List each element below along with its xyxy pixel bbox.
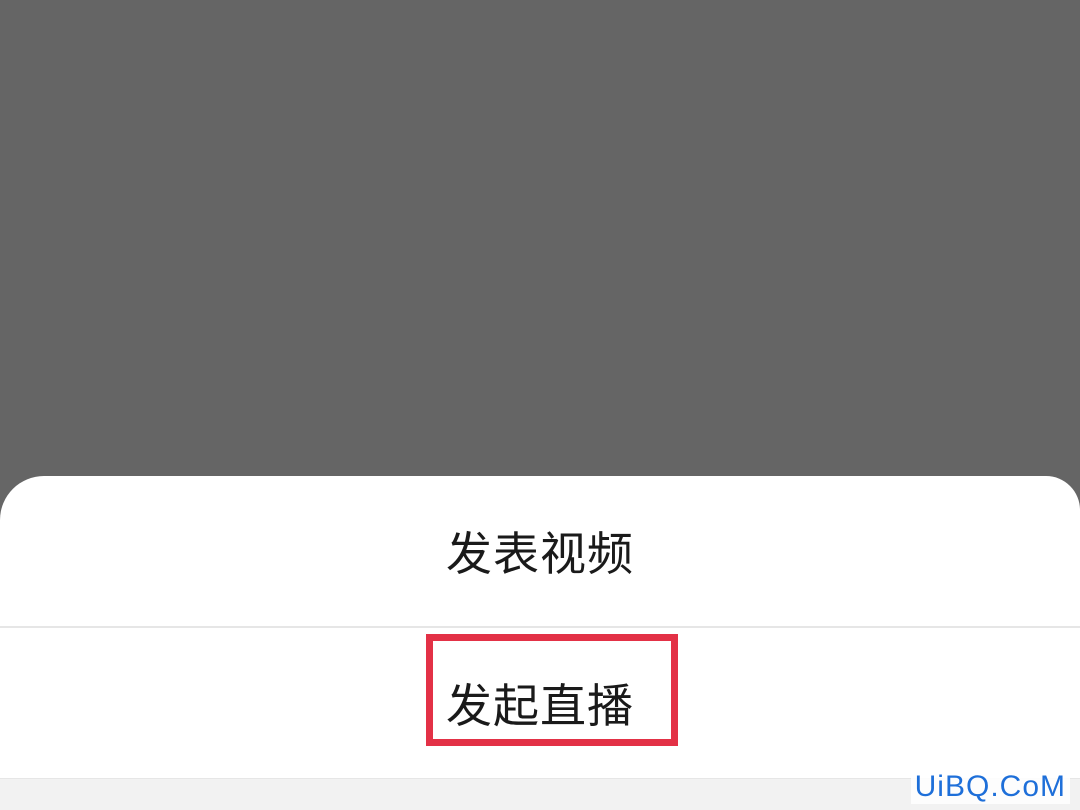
start-live-option[interactable]: 发起直播 [0,628,1080,778]
publish-video-label: 发表视频 [446,527,634,581]
dimmed-overlay[interactable] [0,0,1080,480]
screen: 发表视频 发起直播 UiBQ.CoM [0,0,1080,810]
watermark: UiBQ.CoM [910,770,1070,804]
start-live-label: 发起直播 [446,679,634,733]
publish-video-option[interactable]: 发表视频 [0,476,1080,626]
action-sheet: 发表视频 发起直播 [0,476,1080,810]
